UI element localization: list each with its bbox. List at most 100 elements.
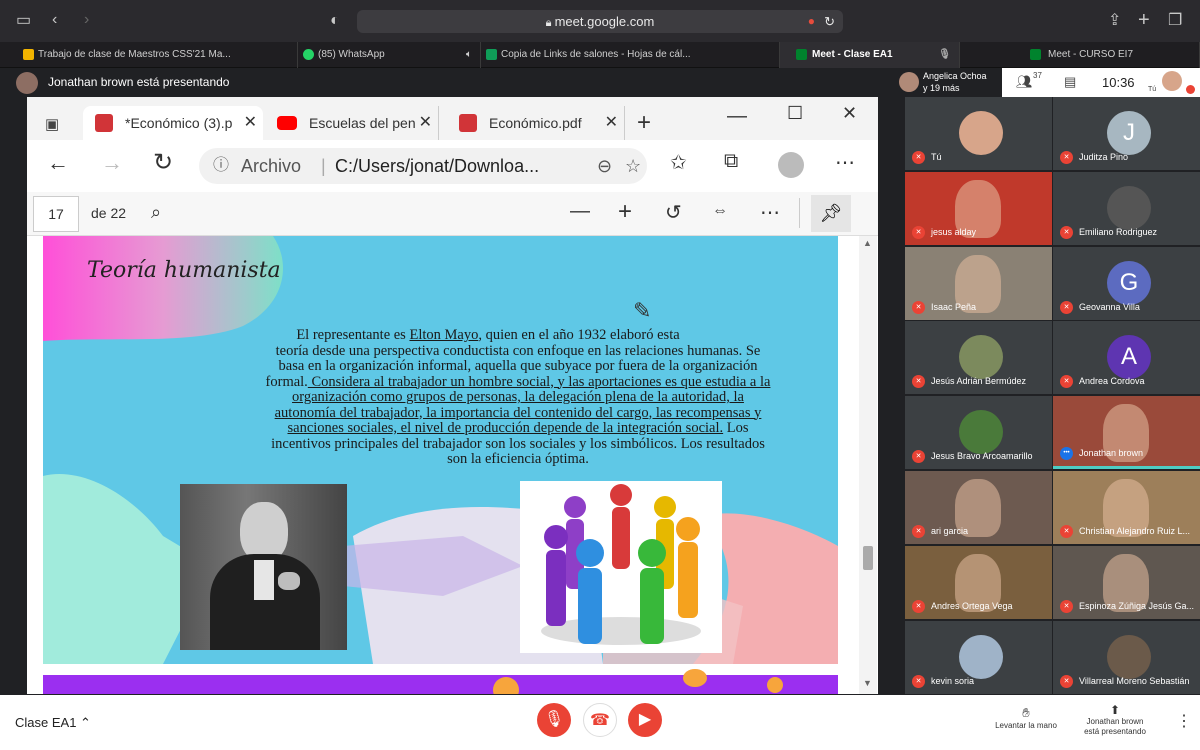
page-total: de 22 xyxy=(91,205,127,221)
body-line8: incentivos principales del trabajador so… xyxy=(271,435,765,452)
maximize-icon[interactable]: ☐ xyxy=(787,103,803,124)
pdf-toolbar: 17 de 22 ⌕ — + ↺ ⇔ ⋯ 📌︎ xyxy=(27,192,878,236)
participant-tile[interactable]: A ✕ Andrea Cordova xyxy=(1053,321,1200,395)
mic-off-icon: ✕ xyxy=(912,674,925,688)
elton-mayo-link[interactable]: Elton Mayo xyxy=(409,327,478,343)
summary-line2: y 19 más xyxy=(923,83,960,93)
zoom-icon[interactable]: ⊖ xyxy=(597,148,612,184)
raise-hand-button[interactable]: ✋︎ Levantar la mano xyxy=(985,705,1067,730)
camera-off-button[interactable]: ▶︎ xyxy=(628,703,662,737)
participant-tile[interactable]: G ✕ Geovanna Villa xyxy=(1053,246,1200,320)
participant-tile[interactable]: ✕ kevin soria xyxy=(905,620,1052,694)
refresh-icon[interactable]: ↻ xyxy=(153,148,173,177)
participant-tile[interactable]: ✕ Emiliano Rodriguez xyxy=(1053,171,1200,245)
zoom-out-icon[interactable]: — xyxy=(570,200,590,223)
shield-icon[interactable]: ◐ xyxy=(330,11,340,31)
participant-tile[interactable]: ✕ Jesús Adrián Bermúdez xyxy=(905,321,1052,395)
fit-page-icon[interactable]: ⇔ xyxy=(712,202,728,220)
minimize-icon[interactable]: — xyxy=(727,105,747,128)
participant-tile[interactable]: ✕ Jesus Bravo Arcoamarillo xyxy=(905,396,1052,470)
self-avatar[interactable] xyxy=(1162,71,1182,91)
people-icon[interactable]: 👥︎ xyxy=(1016,74,1033,90)
share-icon[interactable]: ⇪ xyxy=(1108,11,1121,31)
browser-toolbar: ▭ ‹ › ◐ 🔒︎ meet.google.com ● ↻ ⇪ + ❐ xyxy=(0,0,1200,42)
participant-tile[interactable]: ✕ ari garcia xyxy=(905,471,1052,544)
tab-meet-ea1[interactable]: Meet - Clase EA1 🎙︎ xyxy=(780,42,960,68)
participant-tile[interactable]: J ✕ Juditza Pino xyxy=(1053,97,1200,170)
pin-toolbar-icon[interactable]: 📌︎ xyxy=(811,195,851,232)
participant-name: jesus alday xyxy=(931,226,977,237)
meeting-name: Clase EA1 xyxy=(15,715,77,730)
collections-icon[interactable]: ⧉ xyxy=(724,150,738,173)
sidebar-icon[interactable]: ▭ xyxy=(16,11,31,31)
back-icon[interactable]: ‹ xyxy=(52,10,57,30)
participant-avatar xyxy=(1107,185,1151,230)
tab-meet-ei7[interactable]: Meet - CURSO EI7 xyxy=(960,42,1200,68)
participant-tile[interactable]: ✕ Christian Alejandro Ruiz L... xyxy=(1053,471,1200,544)
url-bar[interactable]: 🔒︎ meet.google.com ● ↻ xyxy=(357,10,843,33)
participant-avatar xyxy=(959,335,1003,380)
forward-icon[interactable]: › xyxy=(84,10,89,30)
new-tab-icon[interactable]: + xyxy=(637,109,651,137)
tab-whatsapp[interactable]: (85) WhatsApp 🔈︎ xyxy=(298,42,481,68)
tab-label: Escuelas del pen xyxy=(309,115,416,131)
zoom-in-icon[interactable]: + xyxy=(618,198,632,226)
participant-name: Andrea Cordova xyxy=(1079,376,1145,387)
participant-tile[interactable]: ✕ Villarreal Moreno Sebastián xyxy=(1053,620,1200,694)
add-favorite-icon[interactable]: ☆ xyxy=(625,148,641,184)
participant-name: Jesus Bravo Arcoamarillo xyxy=(931,451,1033,462)
meeting-details-button[interactable]: Clase EA1 ⌃ xyxy=(15,715,91,731)
more-icon[interactable]: ⋯ xyxy=(760,200,780,225)
participants-summary[interactable]: Angelica Ochoa y 19 más xyxy=(895,68,1002,97)
tab-label: Meet - CURSO EI7 xyxy=(1048,49,1134,60)
edge-tab-economico[interactable]: Económico.pdf ✕ xyxy=(447,106,625,140)
close-tab-icon[interactable]: ✕ xyxy=(244,106,257,140)
rotate-icon[interactable]: ↺ xyxy=(665,200,682,225)
scroll-down-icon[interactable]: ▼ xyxy=(863,678,872,688)
participant-tile[interactable]: ✕ jesus alday xyxy=(905,171,1052,245)
forward-icon[interactable]: → xyxy=(101,150,123,176)
participant-name: Jesús Adrián Bermúdez xyxy=(931,376,1027,387)
scroll-up-icon[interactable]: ▲ xyxy=(863,238,872,248)
search-icon[interactable]: ⌕ xyxy=(151,202,161,223)
tab-overview-icon[interactable]: ❐ xyxy=(1168,11,1182,31)
mic-off-icon: ✕ xyxy=(1060,599,1073,613)
page-number-input[interactable]: 17 xyxy=(33,196,79,232)
participant-grid: ✕ Tú J ✕ Juditza Pino ✕ jesus alday ✕ Emiliano R… xyxy=(905,97,1200,695)
participant-name: Andres Ortega Vega xyxy=(931,600,1013,611)
tab-classroom[interactable]: Trabajo de clase de Maestros CSS'21 Ma..… xyxy=(18,42,298,68)
more-icon[interactable]: ⋯ xyxy=(835,150,855,175)
participant-avatar: G xyxy=(1107,260,1151,305)
chat-icon[interactable]: ▤ xyxy=(1064,74,1076,90)
edge-tab-economico3[interactable]: *Económico (3).p ✕ xyxy=(83,106,263,140)
close-tab-icon[interactable]: ✕ xyxy=(605,106,618,140)
participant-avatar xyxy=(1107,634,1151,679)
info-icon: ⓘ xyxy=(213,157,230,174)
participant-tile[interactable]: ✕ Espinoza Zúñiga Jesús Ga... xyxy=(1053,545,1200,619)
participant-tile[interactable]: ••• Jonathan brown xyxy=(1053,396,1200,470)
close-tab-icon[interactable]: ✕ xyxy=(419,106,432,140)
pdf-scrollbar[interactable]: ▲ ▼ xyxy=(859,236,877,694)
participant-tile[interactable]: ✕ Andres Ortega Vega xyxy=(905,545,1052,619)
profile-icon[interactable] xyxy=(778,152,804,178)
new-tab-icon[interactable]: + xyxy=(1138,10,1150,30)
tab-sheets[interactable]: Copia de Links de salones - Hojas de cál… xyxy=(481,42,780,68)
body-line2: teoría desde una perspectiva conductista… xyxy=(275,342,761,359)
back-icon[interactable]: ← xyxy=(47,150,69,176)
favorites-icon[interactable]: ✩ xyxy=(670,150,687,175)
more-options-icon[interactable]: ⋮ xyxy=(1176,711,1192,731)
scroll-thumb[interactable] xyxy=(863,546,873,570)
reload-icon[interactable]: ↻ xyxy=(824,10,835,33)
mic-off-button[interactable]: 🎙︎ xyxy=(537,703,571,737)
address-bar[interactable]: ⓘ Archivo | C:/Users/jonat/Downloa... ⊖ … xyxy=(199,148,647,184)
meet-icon xyxy=(796,49,807,60)
participant-tile[interactable]: ✕ Tú xyxy=(905,97,1052,170)
edge-tab-escuelas[interactable]: Escuelas del pen ✕ xyxy=(267,106,439,140)
body-line6: autonomía del trabajador, la importancia… xyxy=(274,404,762,421)
close-window-icon[interactable]: ✕ xyxy=(842,103,857,124)
presenting-button[interactable]: ⬆︎ Jonathan brown está presentando xyxy=(1074,703,1156,737)
mic-recording-icon[interactable]: ● xyxy=(808,10,815,33)
participant-tile[interactable]: ✕ Isaac Peña xyxy=(905,246,1052,320)
tab-actions-icon[interactable]: ▣ xyxy=(45,115,59,133)
leave-call-button[interactable]: ☎︎ xyxy=(583,703,617,737)
